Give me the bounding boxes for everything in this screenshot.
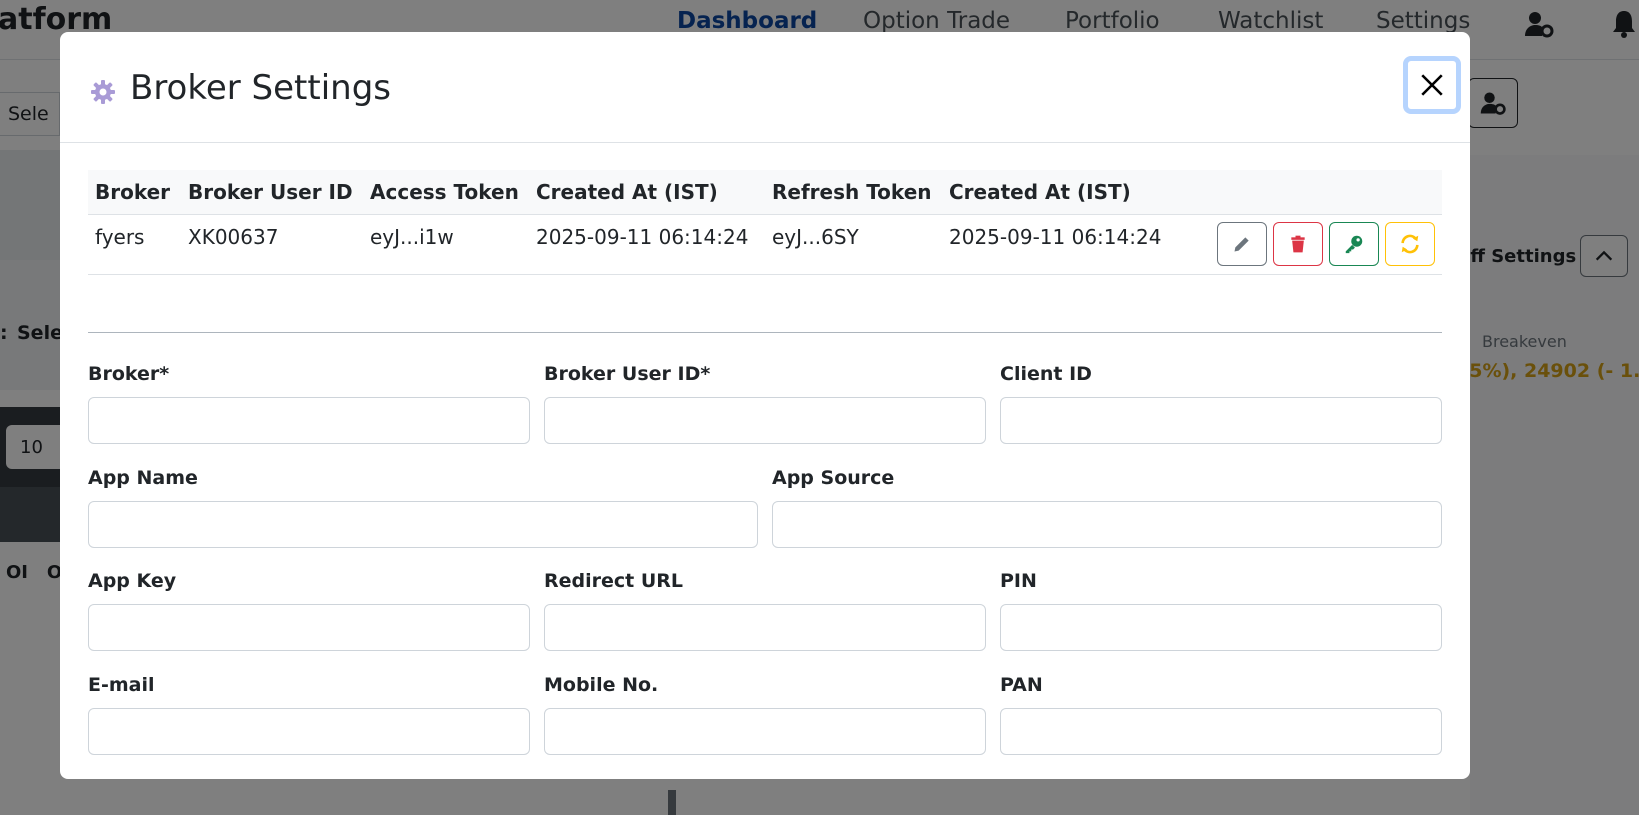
close-icon bbox=[1421, 74, 1443, 96]
broker-user-id-field: Broker User ID* bbox=[544, 363, 986, 444]
broker-input[interactable] bbox=[88, 397, 530, 444]
email-input[interactable] bbox=[88, 708, 530, 755]
mobile-label: Mobile No. bbox=[544, 674, 659, 696]
refresh-button[interactable] bbox=[1385, 221, 1435, 266]
cell-access-token: eyJ...i1w bbox=[363, 214, 529, 275]
row-actions bbox=[1209, 221, 1435, 266]
section-divider bbox=[88, 332, 1442, 333]
pin-label: PIN bbox=[1000, 570, 1037, 592]
delete-button[interactable] bbox=[1273, 221, 1323, 266]
app-name-input[interactable] bbox=[88, 501, 758, 548]
broker-user-id-label: Broker User ID* bbox=[544, 363, 711, 385]
table-row: fyers XK00637 eyJ...i1w 2025-09-11 06:14… bbox=[88, 214, 1442, 275]
column-header: Created At (IST) bbox=[942, 170, 1202, 215]
email-label: E-mail bbox=[88, 674, 155, 696]
client-id-input[interactable] bbox=[1000, 397, 1442, 444]
redirect-url-input[interactable] bbox=[544, 604, 986, 651]
key-icon bbox=[1345, 235, 1363, 253]
mobile-field: Mobile No. bbox=[544, 674, 986, 755]
app-key-label: App Key bbox=[88, 570, 177, 592]
app-source-field: App Source bbox=[772, 467, 1442, 548]
broker-field: Broker* bbox=[88, 363, 530, 444]
column-header: Refresh Token bbox=[765, 170, 942, 215]
cell-refresh-created: 2025-09-11 06:14:24 bbox=[942, 214, 1202, 275]
column-header: Broker User ID bbox=[181, 170, 363, 215]
broker-table: Broker Broker User ID Access Token Creat… bbox=[88, 170, 1442, 275]
pan-input[interactable] bbox=[1000, 708, 1442, 755]
trash-icon bbox=[1291, 235, 1305, 252]
client-id-field: Client ID bbox=[1000, 363, 1442, 444]
pan-label: PAN bbox=[1000, 674, 1043, 696]
cell-broker: fyers bbox=[88, 214, 181, 275]
refresh-icon bbox=[1401, 234, 1419, 253]
broker-user-id-input[interactable] bbox=[544, 397, 986, 444]
column-header: Access Token bbox=[363, 170, 529, 215]
cell-access-created: 2025-09-11 06:14:24 bbox=[529, 214, 765, 275]
column-header: Broker bbox=[88, 170, 181, 215]
gear-icon bbox=[91, 80, 115, 104]
pencil-icon bbox=[1234, 236, 1249, 251]
mobile-input[interactable] bbox=[544, 708, 986, 755]
column-header: Created At (IST) bbox=[529, 170, 765, 215]
broker-label: Broker* bbox=[88, 363, 170, 385]
close-button[interactable] bbox=[1403, 56, 1461, 114]
app-name-label: App Name bbox=[88, 467, 198, 489]
modal-title: Broker Settings bbox=[130, 68, 391, 108]
app-key-field: App Key bbox=[88, 570, 530, 651]
pin-input[interactable] bbox=[1000, 604, 1442, 651]
email-field: E-mail bbox=[88, 674, 530, 755]
pin-field: PIN bbox=[1000, 570, 1442, 651]
broker-settings-modal: Broker Settings Broker Broker User ID Ac… bbox=[60, 32, 1470, 779]
app-key-input[interactable] bbox=[88, 604, 530, 651]
actions-header bbox=[1202, 170, 1442, 215]
client-id-label: Client ID bbox=[1000, 363, 1092, 385]
modal-header: Broker Settings bbox=[60, 32, 1470, 143]
cell-broker-user-id: XK00637 bbox=[181, 214, 363, 275]
app-source-label: App Source bbox=[772, 467, 895, 489]
redirect-url-field: Redirect URL bbox=[544, 570, 986, 651]
cell-actions bbox=[1202, 214, 1442, 275]
redirect-url-label: Redirect URL bbox=[544, 570, 684, 592]
pan-field: PAN bbox=[1000, 674, 1442, 755]
app-source-input[interactable] bbox=[772, 501, 1442, 548]
cell-refresh-token: eyJ...6SY bbox=[765, 214, 942, 275]
table-header-row: Broker Broker User ID Access Token Creat… bbox=[88, 170, 1442, 215]
key-button[interactable] bbox=[1329, 221, 1379, 266]
edit-button[interactable] bbox=[1217, 221, 1267, 266]
app-name-field: App Name bbox=[88, 467, 758, 548]
